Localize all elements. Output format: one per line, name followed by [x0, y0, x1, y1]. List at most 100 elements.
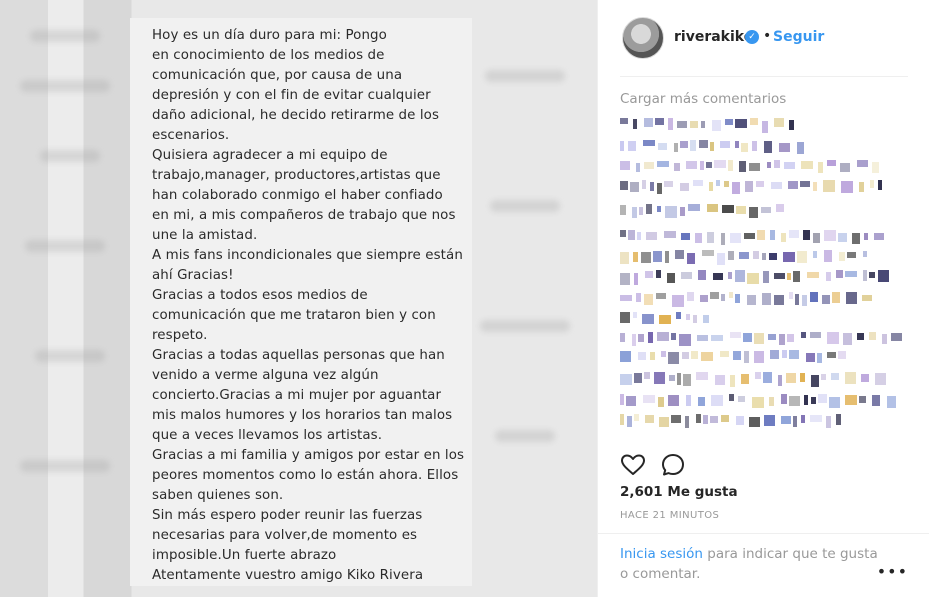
pixel-block: [797, 251, 807, 263]
pixel-block: [671, 415, 681, 423]
pixel-block: [841, 181, 853, 193]
action-bar: [620, 452, 720, 478]
pixel-block: [620, 252, 629, 264]
login-prompt: Inicia sesión para indicar que te gusta …: [620, 544, 890, 584]
statement-line: han colaborado conmigo el haber confiado: [152, 188, 443, 203]
post-image: Hoy es un día duro para mi: Pongo en cono…: [0, 0, 597, 597]
pixel-block: [645, 271, 653, 278]
statement-note: Hoy es un día duro para mi: Pongo en cono…: [130, 18, 472, 586]
pixel-block: [781, 233, 786, 242]
load-more-comments-link[interactable]: Cargar más comentarios: [620, 91, 786, 107]
pixel-block: [637, 232, 641, 240]
statement-line: en mi, a mis compañeros de trabajo que n…: [152, 208, 456, 223]
pixel-block: [642, 314, 654, 324]
blur-shape: [40, 150, 100, 162]
pixel-block: [620, 141, 624, 151]
likes-count[interactable]: 2,601 Me gusta: [620, 484, 738, 500]
pixel-block: [721, 415, 729, 422]
pixel-block: [757, 230, 765, 240]
heart-icon[interactable]: [620, 452, 646, 478]
pixel-block: [797, 142, 804, 154]
pixel-block: [650, 352, 655, 360]
pixel-block: [665, 251, 669, 263]
pixel-block: [811, 397, 816, 404]
pixel-block: [690, 121, 698, 128]
pixel-block: [874, 233, 884, 240]
pixel-block: [701, 352, 713, 361]
pixel-block: [810, 332, 821, 338]
more-options-icon[interactable]: •••: [877, 562, 908, 581]
pixel-block: [857, 160, 868, 167]
pixel-block: [688, 204, 700, 211]
pixel-block: [681, 272, 692, 279]
pixel-block: [650, 182, 654, 191]
pixel-block: [644, 118, 653, 127]
pixel-block: [633, 119, 637, 129]
pixel-block: [682, 352, 689, 359]
pixel-block: [750, 118, 758, 125]
statement-line: mis malos humores y los horarios tan mal…: [152, 408, 453, 423]
pixel-block: [697, 335, 708, 341]
pixel-block: [847, 252, 856, 258]
follow-button[interactable]: Seguir: [773, 29, 824, 45]
pixel-block: [813, 182, 817, 191]
login-link[interactable]: Inicia sesión: [620, 546, 703, 562]
pixel-block: [633, 312, 637, 318]
pixel-block: [864, 233, 868, 240]
pixel-block: [827, 332, 839, 344]
pixel-block: [659, 315, 671, 324]
statement-line: Atentamente vuestro amigo Kiko Rivera: [152, 568, 424, 583]
pixel-block: [827, 352, 836, 358]
statement-line: Gracias a mi familia y amigos por estar …: [152, 448, 465, 463]
pixel-block: [701, 121, 705, 128]
pixel-block: [743, 333, 752, 342]
pixel-block: [668, 395, 679, 406]
pixel-block: [654, 372, 665, 384]
pixel-block: [875, 373, 886, 385]
statement-line: daño adicional, he decido retirarme de l…: [152, 108, 440, 123]
pixel-block: [738, 396, 745, 402]
pixel-block: [786, 373, 796, 383]
pixel-block: [781, 394, 787, 404]
pixel-block: [789, 230, 799, 238]
pixelated-comment-row: [620, 204, 784, 218]
pixel-block: [693, 315, 697, 323]
pixel-block: [706, 162, 712, 168]
pixel-block: [656, 270, 661, 278]
pixelated-comments: [620, 118, 910, 438]
avatar[interactable]: [622, 17, 664, 59]
post-timestamp[interactable]: HACE 21 MINUTOS: [620, 510, 719, 521]
pixelated-comment-row: [620, 372, 886, 387]
pixel-block: [620, 295, 632, 301]
pixel-block: [779, 143, 790, 152]
pixel-block: [762, 293, 771, 305]
pixel-block: [630, 182, 639, 192]
comment-icon[interactable]: [660, 452, 686, 478]
pixel-block: [831, 373, 839, 380]
pixel-block: [643, 140, 655, 146]
pixel-block: [800, 373, 805, 382]
pixel-block: [811, 375, 819, 387]
pixel-block: [721, 233, 725, 245]
username-link[interactable]: riverakiko: [674, 29, 753, 45]
pixel-block: [664, 181, 673, 187]
pixel-block: [729, 292, 733, 298]
pixel-block: [657, 332, 669, 341]
pixel-block: [861, 374, 869, 382]
pixel-block: [680, 207, 685, 216]
pixel-block: [713, 273, 723, 280]
blur-shape: [25, 240, 105, 252]
statement-line: escenarios.: [152, 128, 230, 143]
statement-line: saben quienes son.: [152, 488, 284, 503]
blur-shape: [20, 80, 110, 92]
pixel-block: [677, 121, 687, 128]
pixel-block: [728, 272, 732, 279]
pixel-block: [710, 292, 719, 299]
statement-line: A mis fans incondicionales que siempre e…: [152, 248, 463, 263]
pixel-block: [735, 141, 739, 148]
pixel-block: [771, 182, 782, 189]
pixel-block: [693, 180, 703, 186]
pixel-block: [686, 161, 697, 169]
pixel-block: [813, 233, 820, 243]
statement-line: respeto.: [152, 328, 208, 343]
